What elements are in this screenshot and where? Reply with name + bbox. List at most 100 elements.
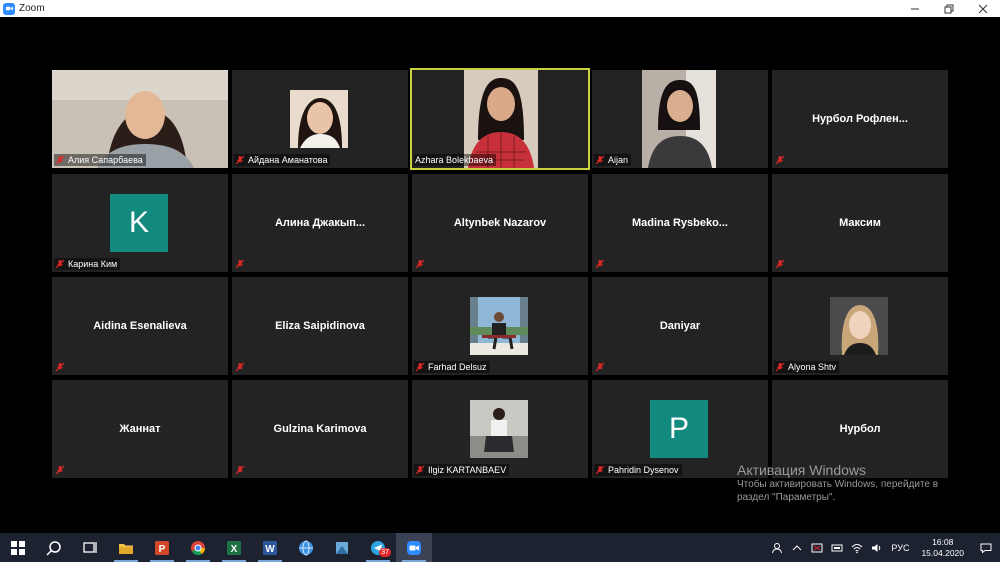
chrome-taskbar-button[interactable] xyxy=(180,533,216,562)
participant-tile[interactable]: Ilgiz KARTANBAEV xyxy=(412,380,588,478)
mic-muted-icon xyxy=(595,155,605,165)
participant-tile[interactable]: K Карина Ким xyxy=(52,174,228,272)
mic-muted-icon xyxy=(55,259,65,269)
search-button[interactable] xyxy=(36,533,72,562)
powerpoint-taskbar-button[interactable]: P xyxy=(144,533,180,562)
participant-caption: Ilgiz KARTANBAEV xyxy=(414,464,510,476)
participant-name: Alyona Shtv xyxy=(788,362,837,372)
participant-caption: Aijan xyxy=(594,154,632,166)
tray-device-button[interactable] xyxy=(827,533,847,562)
close-button[interactable] xyxy=(966,0,1000,17)
mic-muted-icon xyxy=(775,362,785,372)
participant-tile[interactable]: Gulzina Karimova xyxy=(232,380,408,478)
speaker-icon xyxy=(872,543,881,552)
excel-taskbar-button[interactable]: X xyxy=(216,533,252,562)
task-view-button[interactable] xyxy=(72,533,108,562)
svg-text:P: P xyxy=(159,544,166,555)
mic-muted-icon xyxy=(595,465,605,475)
minimize-button[interactable] xyxy=(898,0,932,17)
participant-name: Farhad Delsuz xyxy=(428,362,487,372)
participant-caption: Айдана Аманатова xyxy=(234,154,331,166)
mic-muted-icon xyxy=(235,155,245,165)
mic-muted-icon xyxy=(595,259,605,269)
participant-caption: Карина Ким xyxy=(54,258,121,270)
participant-tile[interactable]: Madina Rysbeko... xyxy=(592,174,768,272)
participant-label: Gulzina Karimova xyxy=(273,423,367,435)
windows-activation-watermark: Активация Windows Чтобы активировать Win… xyxy=(737,462,938,504)
gallery-view: Алия Сапарбаева Айдана Аманатова Azhara … xyxy=(0,17,1000,533)
participant-name: Aijan xyxy=(608,155,629,165)
participant-tile[interactable]: Alyona Shtv xyxy=(772,277,948,375)
participant-tile[interactable]: Алия Сапарбаева xyxy=(52,70,228,168)
participant-tile[interactable]: Daniyar xyxy=(592,277,768,375)
restore-icon xyxy=(944,4,954,13)
telegram-taskbar-button[interactable]: 37 xyxy=(360,533,396,562)
media-app-taskbar-button[interactable] xyxy=(324,533,360,562)
svg-text:X: X xyxy=(231,544,238,555)
people-icon xyxy=(772,542,783,553)
participant-label: Жаннат xyxy=(119,423,161,435)
participant-caption xyxy=(234,258,251,270)
participant-avatar: P xyxy=(650,400,708,458)
globe-app-taskbar-button[interactable] xyxy=(288,533,324,562)
participant-caption xyxy=(54,464,71,476)
participant-tile[interactable]: Айдана Аманатова xyxy=(232,70,408,168)
participant-tile[interactable]: Aijan xyxy=(592,70,768,168)
network-button[interactable] xyxy=(847,533,867,562)
participant-tile[interactable]: Eliza Saipidinova xyxy=(232,277,408,375)
tray-app-button[interactable] xyxy=(807,533,827,562)
participant-video xyxy=(470,400,528,458)
participant-tile[interactable]: Нурбол Рофлен... xyxy=(772,70,948,168)
volume-button[interactable] xyxy=(867,533,887,562)
excel-icon: X xyxy=(227,540,241,555)
close-icon xyxy=(978,4,988,13)
participant-tile[interactable]: Farhad Delsuz xyxy=(412,277,588,375)
file-explorer-taskbar-button[interactable] xyxy=(108,533,144,562)
clock-time: 16:08 xyxy=(932,536,954,547)
participant-caption: Pahridin Dysenov xyxy=(594,464,682,476)
mic-muted-icon xyxy=(235,259,245,269)
search-icon xyxy=(46,540,61,556)
word-taskbar-button[interactable]: W xyxy=(252,533,288,562)
mic-muted-icon xyxy=(55,362,65,372)
participant-label: Максим xyxy=(839,217,881,229)
mic-muted-icon xyxy=(235,465,245,475)
title-bar: Zoom xyxy=(0,0,1000,17)
participant-name: Azhara Bolekbaeva xyxy=(415,155,494,165)
participant-caption xyxy=(234,464,251,476)
participant-tile[interactable]: Aidina Esenalieva xyxy=(52,277,228,375)
start-button[interactable] xyxy=(0,533,36,562)
participant-tile[interactable]: Жаннат xyxy=(52,380,228,478)
participant-video xyxy=(642,70,716,168)
mic-muted-icon xyxy=(415,465,425,475)
action-center-button[interactable] xyxy=(972,533,1000,562)
language-indicator[interactable]: РУС xyxy=(887,533,913,562)
participant-tile[interactable]: Алина Джакып... xyxy=(232,174,408,272)
participant-name: Pahridin Dysenov xyxy=(608,465,679,475)
participant-label: Aidina Esenalieva xyxy=(93,320,187,332)
mic-muted-icon xyxy=(775,155,785,165)
watermark-line: Чтобы активировать Windows, перейдите в xyxy=(737,479,939,490)
start-icon xyxy=(11,540,25,555)
participant-tile[interactable]: Максим xyxy=(772,174,948,272)
wifi-icon xyxy=(852,543,863,553)
system-tray: РУС 16:08 15.04.2020 xyxy=(767,533,1000,562)
people-button[interactable] xyxy=(767,533,787,562)
media-app-icon xyxy=(336,541,348,554)
restore-button[interactable] xyxy=(932,0,966,17)
chevron-up-icon xyxy=(793,544,802,550)
participant-name: Алия Сапарбаева xyxy=(68,155,143,165)
participant-caption: Алия Сапарбаева xyxy=(54,154,146,166)
participant-label: Madina Rysbeko... xyxy=(632,217,728,229)
mic-muted-icon xyxy=(775,259,785,269)
mic-muted-icon xyxy=(235,362,245,372)
task-view-icon xyxy=(83,541,97,553)
clock[interactable]: 16:08 15.04.2020 xyxy=(913,537,972,559)
participant-tile-active-speaker[interactable]: Azhara Bolekbaeva xyxy=(410,68,590,170)
show-hidden-icons-button[interactable] xyxy=(787,533,807,562)
participant-video xyxy=(830,297,888,355)
zoom-taskbar-button[interactable] xyxy=(396,533,432,562)
participant-caption xyxy=(234,361,251,373)
participant-tile[interactable]: Altynbek Nazarov xyxy=(412,174,588,272)
participant-caption: Alyona Shtv xyxy=(774,361,840,373)
